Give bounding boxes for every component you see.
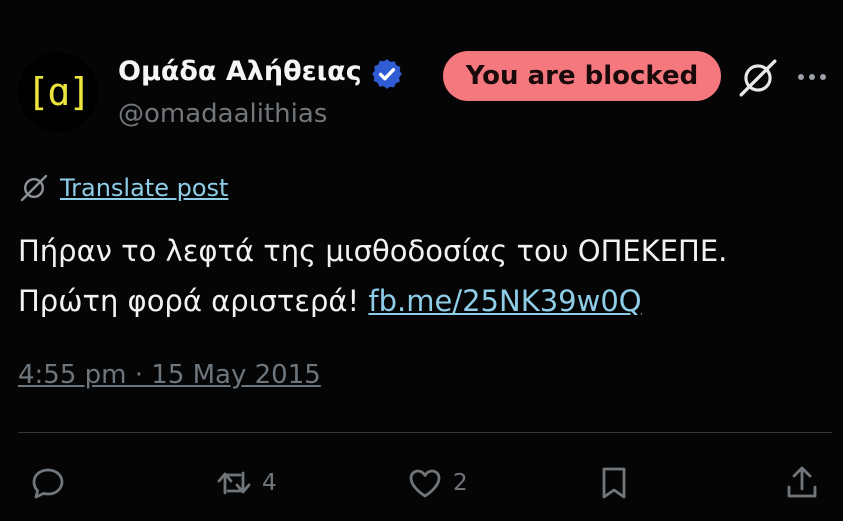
account-handle[interactable]: @omadaalithias — [118, 96, 327, 132]
share-button[interactable] — [782, 461, 822, 505]
display-name[interactable]: Ομάδα Αλήθειας — [118, 52, 362, 92]
repost-button[interactable]: 4 — [214, 461, 277, 505]
repost-count: 4 — [262, 470, 277, 496]
tweet-timestamp[interactable]: 4:55 pm · 15 May 2015 — [18, 357, 321, 393]
verified-icon — [372, 59, 402, 89]
more-icon[interactable] — [795, 62, 829, 92]
avatar[interactable]: [ɑ] — [18, 52, 98, 132]
repost-icon — [217, 471, 251, 495]
translate-icon — [20, 174, 48, 202]
bookmark-icon — [602, 467, 626, 499]
reply-icon — [32, 468, 64, 499]
translate-link[interactable]: Translate post — [60, 174, 228, 202]
grok-icon[interactable] — [737, 57, 779, 99]
blocked-button[interactable]: You are blocked — [443, 51, 721, 101]
reply-button[interactable] — [28, 461, 76, 505]
translate-row[interactable]: Translate post — [18, 170, 228, 206]
share-icon — [787, 466, 817, 498]
blocked-button-label: You are blocked — [465, 61, 699, 91]
like-count: 2 — [453, 470, 468, 496]
tweet-text: Πήραν το λεφτά της μισθοδοσίας του ΟΠΕΚΕ… — [18, 226, 828, 326]
like-button[interactable]: 2 — [405, 461, 468, 505]
bookmark-button[interactable] — [594, 461, 634, 505]
tweet-text-line1: Πήραν το λεφτά της μισθοδοσίας του ΟΠΕΚΕ… — [18, 234, 728, 268]
divider — [18, 432, 832, 433]
like-icon — [409, 469, 441, 498]
avatar-logo: [ɑ] — [26, 70, 92, 114]
tweet-text-line2: Πρώτη φορά αριστερά! — [18, 284, 369, 318]
tweet-link[interactable]: fb.me/25NK39w0Q — [368, 284, 641, 318]
